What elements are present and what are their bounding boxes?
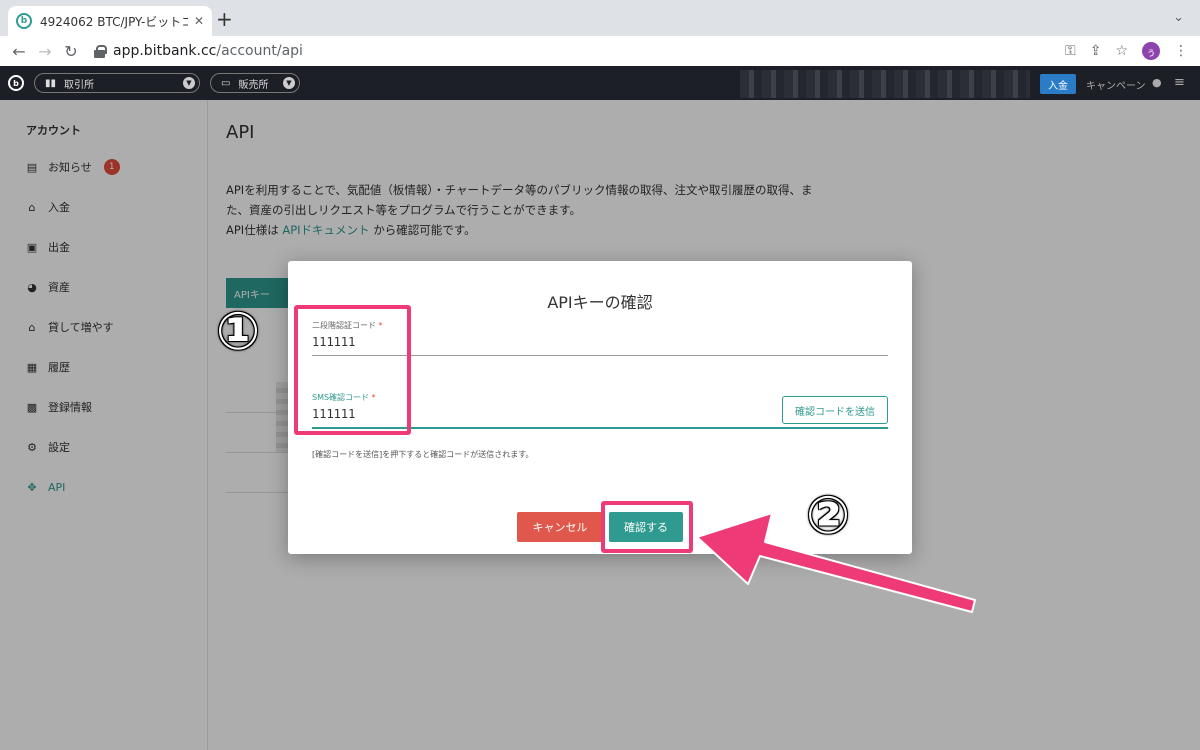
bitbank-logo-icon[interactable]: b xyxy=(8,75,24,91)
tab-title: 4924062 BTC/JPY-ビットコイン xyxy=(40,14,188,29)
deposit-button[interactable]: 入金 xyxy=(1040,74,1076,94)
send-code-button[interactable]: 確認コードを送信 xyxy=(782,396,888,424)
user-icon[interactable]: ● xyxy=(1152,76,1162,89)
browser-tab[interactable]: b 4924062 BTC/JPY-ビットコイン ✕ xyxy=(8,6,212,36)
chevron-down-icon: ▼ xyxy=(283,77,295,89)
share-icon[interactable]: ⇪ xyxy=(1090,43,1102,59)
url-host: app.bitbank.cc xyxy=(113,43,217,59)
new-tab-button[interactable]: + xyxy=(216,9,233,29)
send-code-note: [確認コードを送信]を押下すると確認コードが送信されます。 xyxy=(312,450,534,459)
step-1-marker: ① xyxy=(216,302,261,362)
tab-close-icon[interactable]: ✕ xyxy=(194,14,204,28)
key-icon[interactable]: ⚿ xyxy=(1065,43,1076,59)
bitbank-favicon-icon: b xyxy=(16,13,32,29)
url-path: /account/api xyxy=(216,43,303,59)
highlight-box-fields xyxy=(294,305,411,435)
exchange-select[interactable]: ▮▮ 取引所 ▼ xyxy=(34,73,200,93)
exchange-select-label: 取引所 xyxy=(64,79,95,91)
shop-select-label: 販売所 xyxy=(238,79,269,91)
bar-chart-icon: ▮▮ xyxy=(45,77,57,89)
browser-tabbar: b 4924062 BTC/JPY-ビットコイン ✕ + ⌄ xyxy=(0,0,1200,36)
kebab-menu-icon[interactable]: ⋮ xyxy=(1174,43,1188,59)
cancel-button[interactable]: キャンセル xyxy=(517,512,603,542)
store-icon: ▭ xyxy=(221,77,231,89)
chevron-down-icon: ▼ xyxy=(183,77,195,89)
url-field[interactable]: app.bitbank.cc/account/api xyxy=(94,43,303,59)
tab-search-chevron-icon[interactable]: ⌄ xyxy=(1173,10,1184,25)
step-2-marker: ② xyxy=(806,486,851,546)
star-icon[interactable]: ☆ xyxy=(1115,43,1128,59)
profile-avatar[interactable]: ぅ xyxy=(1142,42,1160,60)
address-bar: ← → ↻ app.bitbank.cc/account/api ⚿ ⇪ ☆ ぅ… xyxy=(0,36,1200,66)
shop-select[interactable]: ▭ 販売所 ▼ xyxy=(210,73,300,93)
address-bar-actions: ⚿ ⇪ ☆ ぅ ⋮ xyxy=(1065,36,1188,66)
reload-icon[interactable]: ↻ xyxy=(58,42,84,61)
forward-arrow-icon[interactable]: → xyxy=(32,42,58,61)
campaign-link[interactable]: キャンペーン xyxy=(1086,77,1146,92)
back-arrow-icon[interactable]: ← xyxy=(6,42,32,61)
app-header: b ▮▮ 取引所 ▼ ▭ 販売所 ▼ 入金 キャンペーン ● ≡ xyxy=(0,66,1200,100)
highlight-box-confirm xyxy=(601,501,693,553)
redacted-ticker xyxy=(740,70,1030,98)
lock-icon xyxy=(94,44,107,58)
hamburger-menu-icon[interactable]: ≡ xyxy=(1174,75,1185,90)
